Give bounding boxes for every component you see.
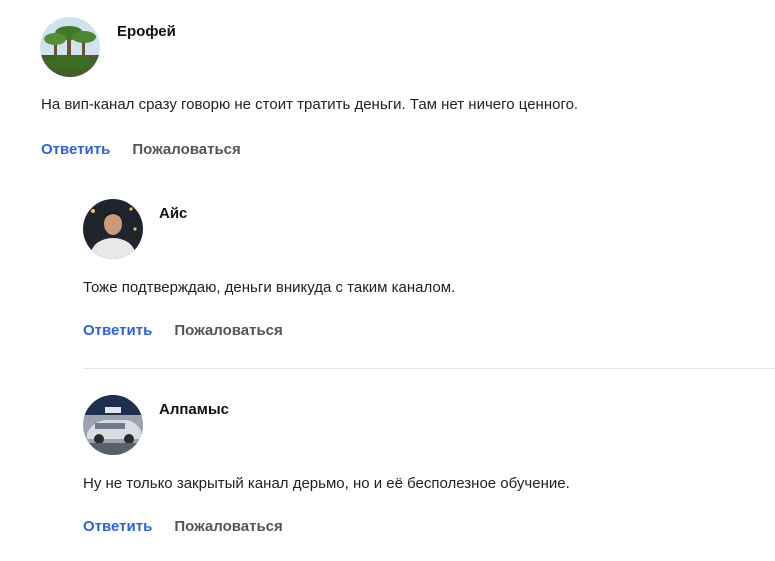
comment-item: Алпамыс Ну не только закрытый канал дерь…	[0, 0, 775, 561]
car-avatar-icon	[83, 395, 143, 455]
report-button[interactable]: Пожаловаться	[174, 518, 282, 535]
avatar[interactable]	[83, 395, 143, 455]
comment-author: Алпамыс	[159, 401, 230, 418]
reply-button[interactable]: Ответить	[83, 518, 152, 535]
comment-actions: Ответить Пожаловаться	[83, 518, 283, 535]
comment-text: Ну не только закрытый канал дерьмо, но и…	[83, 475, 570, 492]
